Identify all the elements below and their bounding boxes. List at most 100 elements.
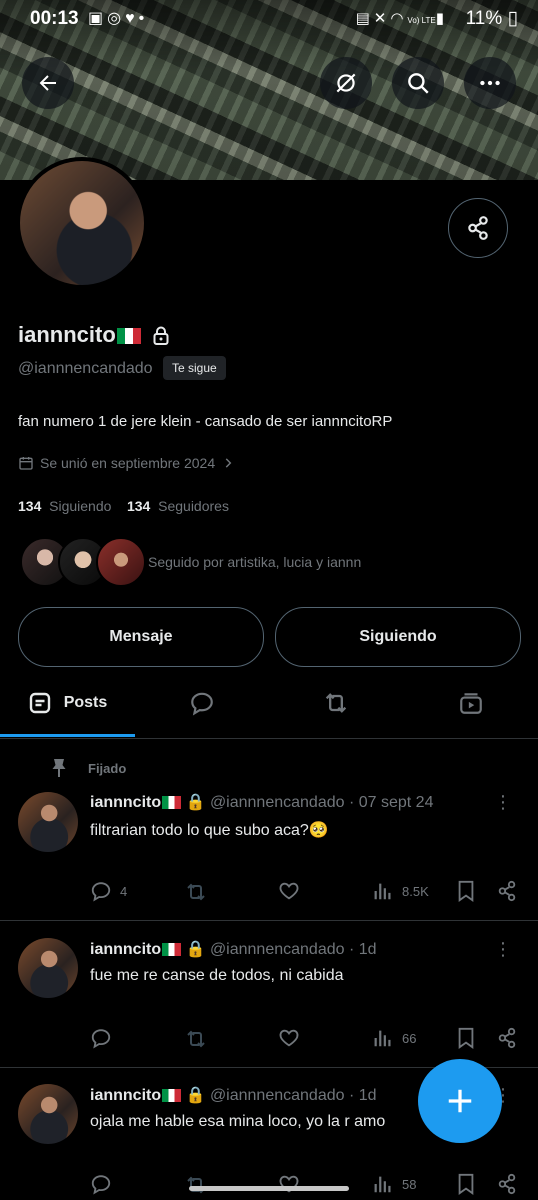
arrow-left-icon (39, 75, 56, 91)
repost-button[interactable] (184, 880, 208, 904)
following-button[interactable]: Siguiendo (275, 607, 521, 667)
repost-button[interactable] (184, 1173, 208, 1197)
bookmark-button[interactable] (456, 1173, 476, 1195)
search-button[interactable] (392, 57, 444, 109)
follows-you-badge: Te sigue (163, 356, 226, 380)
tweet-header: iannncito 🔒 @iannnencandado · 1d (90, 1087, 377, 1104)
bookmark-icon (458, 880, 474, 902)
tweet-more-button[interactable]: ⋮ (494, 792, 512, 813)
media-icon (459, 693, 482, 714)
more-options-button[interactable] (464, 57, 516, 109)
plus-icon (448, 1089, 472, 1113)
reply-icon (91, 1029, 111, 1049)
views-button[interactable]: 8.5K (372, 880, 429, 902)
pinned-label: Fijado (50, 758, 126, 778)
search-icon (408, 73, 429, 94)
repost-icon (187, 1030, 205, 1048)
message-button[interactable]: Mensaje (18, 607, 264, 667)
lock-icon: 🔒 (185, 1087, 206, 1104)
tweet-header: iannncito 🔒 @iannnencandado · 07 sept 24 (90, 794, 434, 811)
views-icon (374, 1030, 391, 1047)
screenshot-icon: ▤ (355, 10, 374, 27)
profile-avatar[interactable] (16, 157, 148, 289)
repost-icon (187, 883, 205, 901)
profile-name: iannncito (18, 322, 169, 348)
italy-flag-icon (116, 328, 141, 345)
lock-icon: 🔒 (185, 941, 206, 958)
repost-icon (325, 693, 347, 713)
follow-counts: 134 Siguiendo 134 Seguidores (18, 498, 229, 514)
tweet-avatar[interactable] (18, 1084, 78, 1144)
like-button[interactable] (278, 1173, 300, 1195)
tab-posts[interactable]: Posts (0, 670, 135, 737)
share-button[interactable] (496, 1027, 518, 1049)
profile-tabs: Posts (0, 670, 538, 739)
status-bar: 00:13 ▣◎♥• ▤✕◠Vo) LTE▮ 11% ▯ (0, 0, 538, 36)
reply-button[interactable]: 4 (90, 880, 127, 902)
share-icon (498, 880, 516, 902)
notification-icons: ▣◎♥• (88, 8, 148, 28)
reply-icon (191, 692, 213, 716)
compose-post-button[interactable] (418, 1059, 502, 1143)
followed-by-text[interactable]: Seguido por artistika, lucia y iannn (148, 554, 361, 570)
tweet-actions: 4 8.5K (90, 880, 520, 904)
profile-handle: @iannnencandado (18, 360, 153, 377)
whatsapp-icon: ◎ (107, 10, 126, 27)
reply-icon (91, 882, 111, 902)
bookmark-button[interactable] (456, 1027, 476, 1049)
joined-date: Se unió en septiembre 2024 (40, 455, 216, 471)
italy-flag-icon (162, 1089, 182, 1103)
repost-icon (187, 1176, 205, 1194)
back-button[interactable] (22, 57, 74, 109)
tweet-avatar[interactable] (18, 938, 78, 998)
heart-icon (279, 1175, 299, 1193)
share-profile-button[interactable] (448, 198, 508, 258)
tweet-text: filtrarian todo lo que subo aca?🥺 (90, 822, 329, 839)
views-button[interactable]: 66 (372, 1027, 416, 1049)
tweet-text: ojala me hable esa mina loco, yo la r am… (90, 1113, 386, 1130)
heart-icon (279, 882, 299, 900)
reply-button[interactable] (90, 1173, 120, 1195)
following-count-link[interactable]: 134 Siguiendo (18, 498, 111, 514)
heart-icon (279, 1029, 299, 1047)
volte-icon: Vo) LTE (407, 16, 436, 25)
repost-button[interactable] (184, 1027, 208, 1051)
bookmark-button[interactable] (456, 880, 476, 902)
followers-count-link[interactable]: 134 Seguidores (127, 498, 229, 514)
chevron-right-icon (225, 458, 232, 468)
status-time: 00:13 (30, 8, 79, 29)
italy-flag-icon (162, 796, 182, 810)
reply-button[interactable] (90, 1027, 120, 1049)
tweet-header: iannncito 🔒 @iannnencandado · 1d (90, 941, 377, 958)
share-button[interactable] (496, 880, 518, 902)
tab-replies[interactable] (135, 670, 269, 736)
grok-icon (336, 73, 356, 93)
tweet-item[interactable]: iannncito 🔒 @iannnencandado · 07 sept 24… (0, 780, 538, 921)
wifi-icon: ◠ (390, 10, 408, 27)
share-button[interactable] (496, 1173, 518, 1195)
tweet-avatar[interactable] (18, 792, 78, 852)
joined-date-link[interactable]: Se unió en septiembre 2024 (18, 455, 235, 471)
profile-bio: fan numero 1 de jere klein - cansado de … (18, 413, 393, 430)
home-gesture-bar[interactable] (189, 1186, 349, 1191)
like-button[interactable] (278, 1027, 300, 1049)
active-tab-indicator (0, 734, 135, 737)
battery-icon: ▯ (507, 8, 518, 29)
pin-icon (52, 759, 66, 777)
tab-reposts[interactable] (269, 670, 403, 736)
dot-icon: • (138, 10, 149, 27)
signal-icon: ▮ (435, 10, 448, 27)
views-button[interactable]: 58 (372, 1173, 416, 1195)
tab-media[interactable] (403, 670, 538, 736)
lock-icon: 🔒 (185, 794, 206, 811)
battery-level: 11% ▯ (465, 8, 518, 29)
tweet-item[interactable]: iannncito 🔒 @iannnencandado · 1d ⋮ fue m… (0, 921, 538, 1068)
tweet-actions: 58 (90, 1173, 520, 1197)
tweet-more-button[interactable]: ⋮ (494, 939, 512, 960)
mute-icon: ✕ (373, 10, 391, 27)
tweet-text: fue me re canse de todos, ni cabida (90, 967, 344, 984)
views-icon (374, 1176, 391, 1193)
bookmark-icon (458, 1027, 474, 1049)
like-button[interactable] (278, 880, 300, 902)
grok-button[interactable] (320, 57, 372, 109)
